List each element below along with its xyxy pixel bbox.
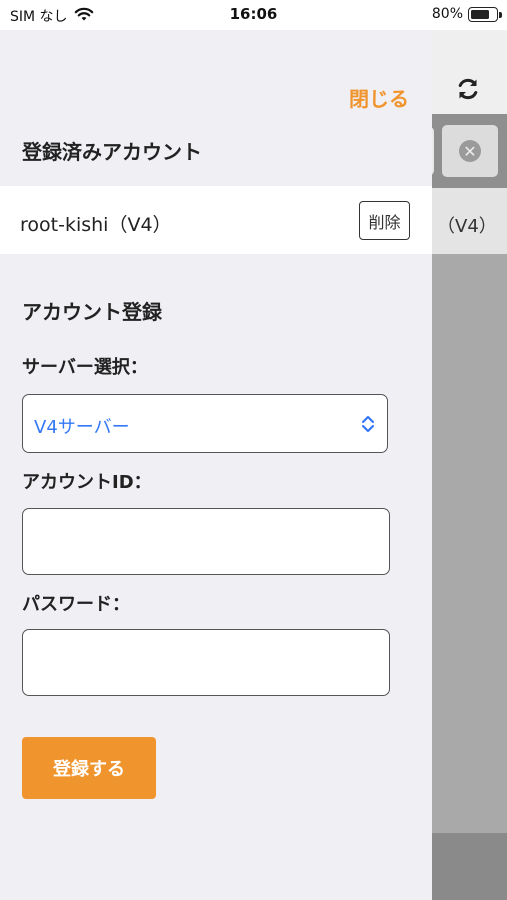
close-circle-icon: ✕ bbox=[459, 140, 481, 162]
battery-icon bbox=[468, 6, 502, 22]
account-id-label: アカウントID： bbox=[22, 472, 152, 493]
register-account-title: アカウント登録 bbox=[22, 300, 162, 324]
account-name: root-kishi（V4） bbox=[20, 214, 172, 236]
server-select-label: サーバー選択： bbox=[22, 357, 148, 378]
account-id-field[interactable] bbox=[22, 508, 390, 575]
password-field[interactable] bbox=[22, 629, 390, 696]
delete-button[interactable]: 削除 bbox=[359, 201, 410, 240]
server-select[interactable]: V4サーバー bbox=[22, 394, 388, 453]
battery-percent: 80% bbox=[431, 6, 463, 22]
battery-fill bbox=[471, 9, 490, 19]
screen: SIM なし 16:06 80% ✕ （V4） 閉じる 登録済みアカウント ro… bbox=[0, 0, 507, 900]
background-row-text: （V4） bbox=[437, 216, 497, 237]
server-select-value: V4サーバー bbox=[34, 417, 130, 438]
refresh-icon[interactable] bbox=[453, 74, 483, 104]
account-list-item: root-kishi（V4） 削除 bbox=[0, 186, 432, 254]
battery-cap bbox=[499, 11, 502, 18]
chevron-up-down-icon bbox=[360, 414, 376, 434]
registered-accounts-title: 登録済みアカウント bbox=[22, 140, 202, 164]
account-panel: 閉じる 登録済みアカウント root-kishi（V4） 削除 アカウント登録 … bbox=[0, 30, 432, 900]
register-button[interactable]: 登録する bbox=[22, 737, 156, 799]
password-label: パスワード： bbox=[22, 594, 130, 615]
background-clear-button[interactable]: ✕ bbox=[442, 125, 498, 177]
status-bar: SIM なし 16:06 80% bbox=[0, 0, 507, 30]
status-right: 80% bbox=[431, 6, 502, 22]
close-button[interactable]: 閉じる bbox=[349, 83, 409, 112]
